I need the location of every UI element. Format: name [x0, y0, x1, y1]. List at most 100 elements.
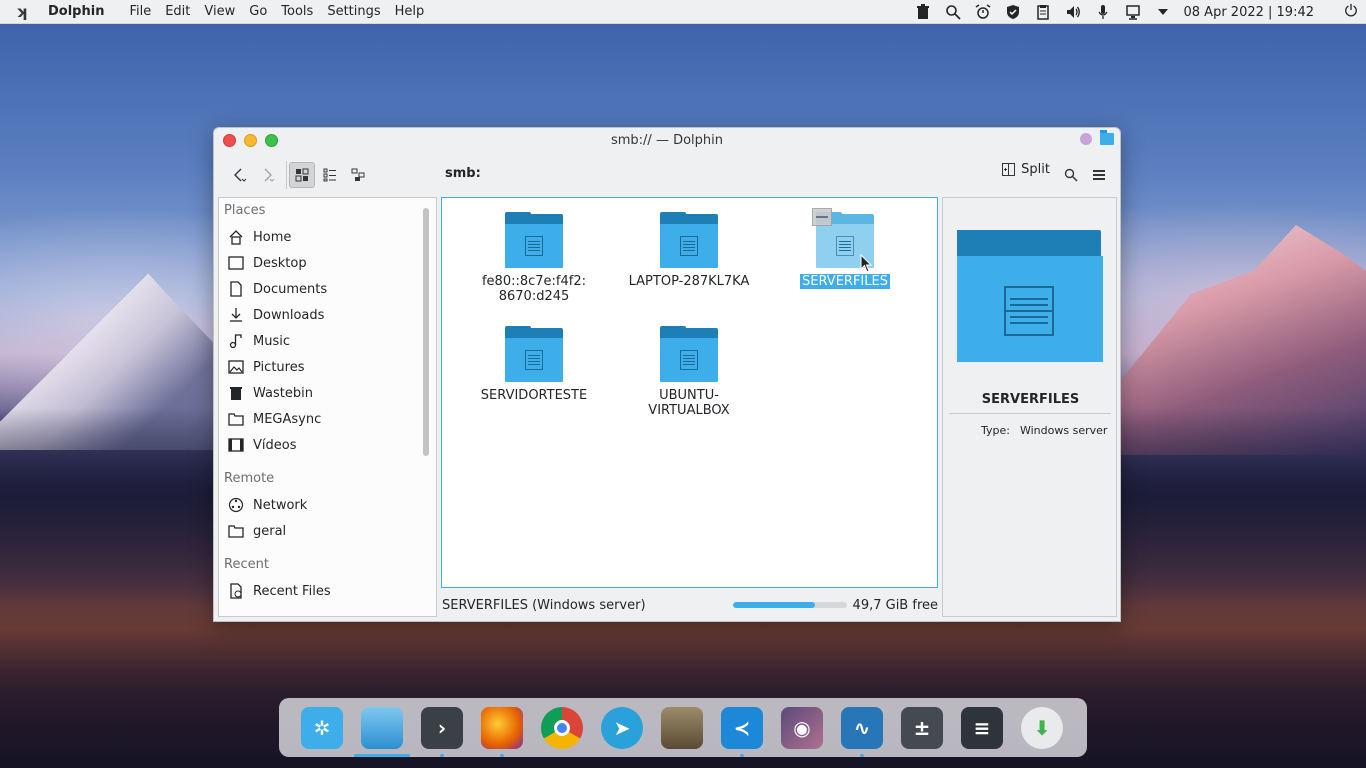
file-item[interactable]: fe80::8c7e:f4f2: 8670:d245: [464, 212, 604, 304]
tray-expand-icon[interactable]: [1148, 0, 1178, 24]
back-button[interactable]: [226, 162, 252, 188]
wastebin-icon[interactable]: [908, 0, 938, 24]
search-icon[interactable]: [938, 0, 968, 24]
home-icon: [227, 229, 245, 245]
system-settings-icon[interactable]: ≡: [961, 706, 1003, 749]
file-item[interactable]: LAPTOP-287KL7KA: [619, 212, 759, 289]
remote-section-title: Remote: [224, 471, 275, 486]
list-icon: [323, 168, 336, 182]
menu-view[interactable]: View: [197, 4, 242, 19]
menu-go[interactable]: Go: [242, 4, 274, 19]
place-geral[interactable]: geral: [219, 518, 436, 544]
view-mode-group: [286, 161, 372, 189]
free-space-label: 49,7 GiB free: [852, 597, 938, 613]
place-desktop[interactable]: Desktop: [219, 250, 436, 276]
file-item[interactable]: SERVIDORTESTE: [464, 326, 604, 403]
free-space-fill: [732, 602, 815, 608]
type-value: Windows server: [1019, 424, 1108, 437]
dolphin-icon[interactable]: [354, 706, 410, 757]
file-label: UBUNTU-: [659, 388, 719, 403]
pictures-icon: [227, 359, 245, 375]
search-button[interactable]: [1058, 162, 1084, 188]
videos-icon: [227, 437, 245, 453]
place-documents[interactable]: Documents: [219, 276, 436, 302]
maximize-button[interactable]: [265, 134, 278, 147]
place-music[interactable]: Music: [219, 328, 436, 354]
file-item-selected[interactable]: SERVERFILES: [775, 208, 915, 290]
network-icon[interactable]: [1118, 0, 1148, 24]
preview-network-folder-icon: [957, 230, 1103, 364]
chevron-right-icon: [264, 168, 275, 182]
folder-icon: [227, 523, 245, 539]
place-pictures[interactable]: Pictures: [219, 354, 436, 380]
title-bar[interactable]: smb:// — Dolphin: [214, 128, 1120, 153]
gimp-icon[interactable]: [661, 706, 703, 749]
kde-menu-icon[interactable]: ✲: [301, 706, 343, 749]
place-label: Documents: [253, 281, 328, 297]
system-monitor-icon[interactable]: ∿: [841, 706, 883, 757]
divider: [949, 413, 1111, 414]
clipboard-icon[interactable]: [1028, 0, 1058, 24]
network-folder-icon: [660, 212, 718, 268]
details-view-button[interactable]: [345, 162, 371, 188]
network-icon: [227, 497, 245, 513]
place-label: geral: [253, 523, 287, 539]
status-text: SERVERFILES (Windows server): [442, 597, 646, 613]
alarm-icon[interactable]: [968, 0, 998, 24]
place-videos[interactable]: Vídeos: [219, 432, 436, 458]
menu-edit[interactable]: Edit: [158, 4, 197, 19]
folder-icon: [227, 411, 245, 427]
file-item[interactable]: UBUNTU- VIRTUALBOX: [619, 326, 759, 418]
place-recent-files[interactable]: Recent Files: [219, 578, 436, 604]
file-view[interactable]: fe80::8c7e:f4f2: 8670:d245 LAPTOP-287KL7…: [441, 197, 938, 588]
forward-button[interactable]: [254, 162, 280, 188]
compact-view-button[interactable]: [317, 162, 343, 188]
menu-file[interactable]: File: [122, 4, 158, 19]
kde-logo-icon[interactable]: ʞ: [16, 3, 38, 21]
calculator-icon[interactable]: ±: [901, 706, 943, 749]
place-label: Vídeos: [253, 437, 297, 453]
download-manager-icon[interactable]: ⬇: [1021, 706, 1063, 749]
volume-icon[interactable]: [1058, 0, 1088, 24]
selection-toggle-icon[interactable]: [812, 208, 832, 226]
place-label: Desktop: [253, 255, 307, 271]
hamburger-menu-button[interactable]: [1086, 162, 1112, 188]
vscode-icon[interactable]: ≺: [721, 706, 763, 757]
firefox-icon[interactable]: [481, 706, 523, 757]
place-network[interactable]: Network: [219, 492, 436, 518]
chevron-left-icon: [234, 168, 247, 182]
desktop-icon: [227, 255, 245, 271]
close-button[interactable]: [223, 134, 236, 147]
menu-settings[interactable]: Settings: [320, 4, 387, 19]
split-label: Split: [1021, 162, 1050, 177]
minimize-button[interactable]: [244, 134, 257, 147]
menu-tools[interactable]: Tools: [274, 4, 320, 19]
split-button[interactable]: Split: [1002, 162, 1050, 177]
microphone-icon[interactable]: [1088, 0, 1118, 24]
icons-view-button[interactable]: [289, 162, 315, 188]
on-all-desktops-button[interactable]: [1080, 133, 1092, 145]
grid-icon: [295, 168, 309, 182]
chrome-icon[interactable]: [541, 706, 583, 749]
mouse-cursor-icon: [860, 254, 873, 273]
place-megasync[interactable]: MEGAsync: [219, 406, 436, 432]
shield-icon[interactable]: [998, 0, 1028, 24]
menu-help[interactable]: Help: [388, 4, 432, 19]
places-scrollbar[interactable]: [423, 208, 429, 456]
screenshot-icon[interactable]: ◉: [781, 706, 823, 749]
location-bar[interactable]: smb:: [445, 166, 481, 181]
power-icon[interactable]: [1344, 3, 1360, 21]
free-space-bar[interactable]: [732, 602, 847, 608]
preview-name: SERVERFILES: [981, 392, 1080, 407]
place-wastebin[interactable]: Wastebin: [219, 380, 436, 406]
network-folder-icon: [660, 326, 718, 382]
place-home[interactable]: Home: [219, 224, 436, 250]
clock[interactable]: 08 Apr 2022 | 19:42: [1178, 5, 1345, 20]
status-bar: SERVERFILES (Windows server) 49,7 GiB fr…: [442, 594, 938, 616]
place-downloads[interactable]: Downloads: [219, 302, 436, 328]
split-view-icon: [1002, 163, 1016, 176]
telegram-icon[interactable]: ➤: [601, 706, 643, 749]
konsole-icon[interactable]: ›: [421, 706, 463, 757]
toolbar: smb: Split: [214, 153, 1120, 195]
hamburger-icon: [1093, 170, 1105, 180]
